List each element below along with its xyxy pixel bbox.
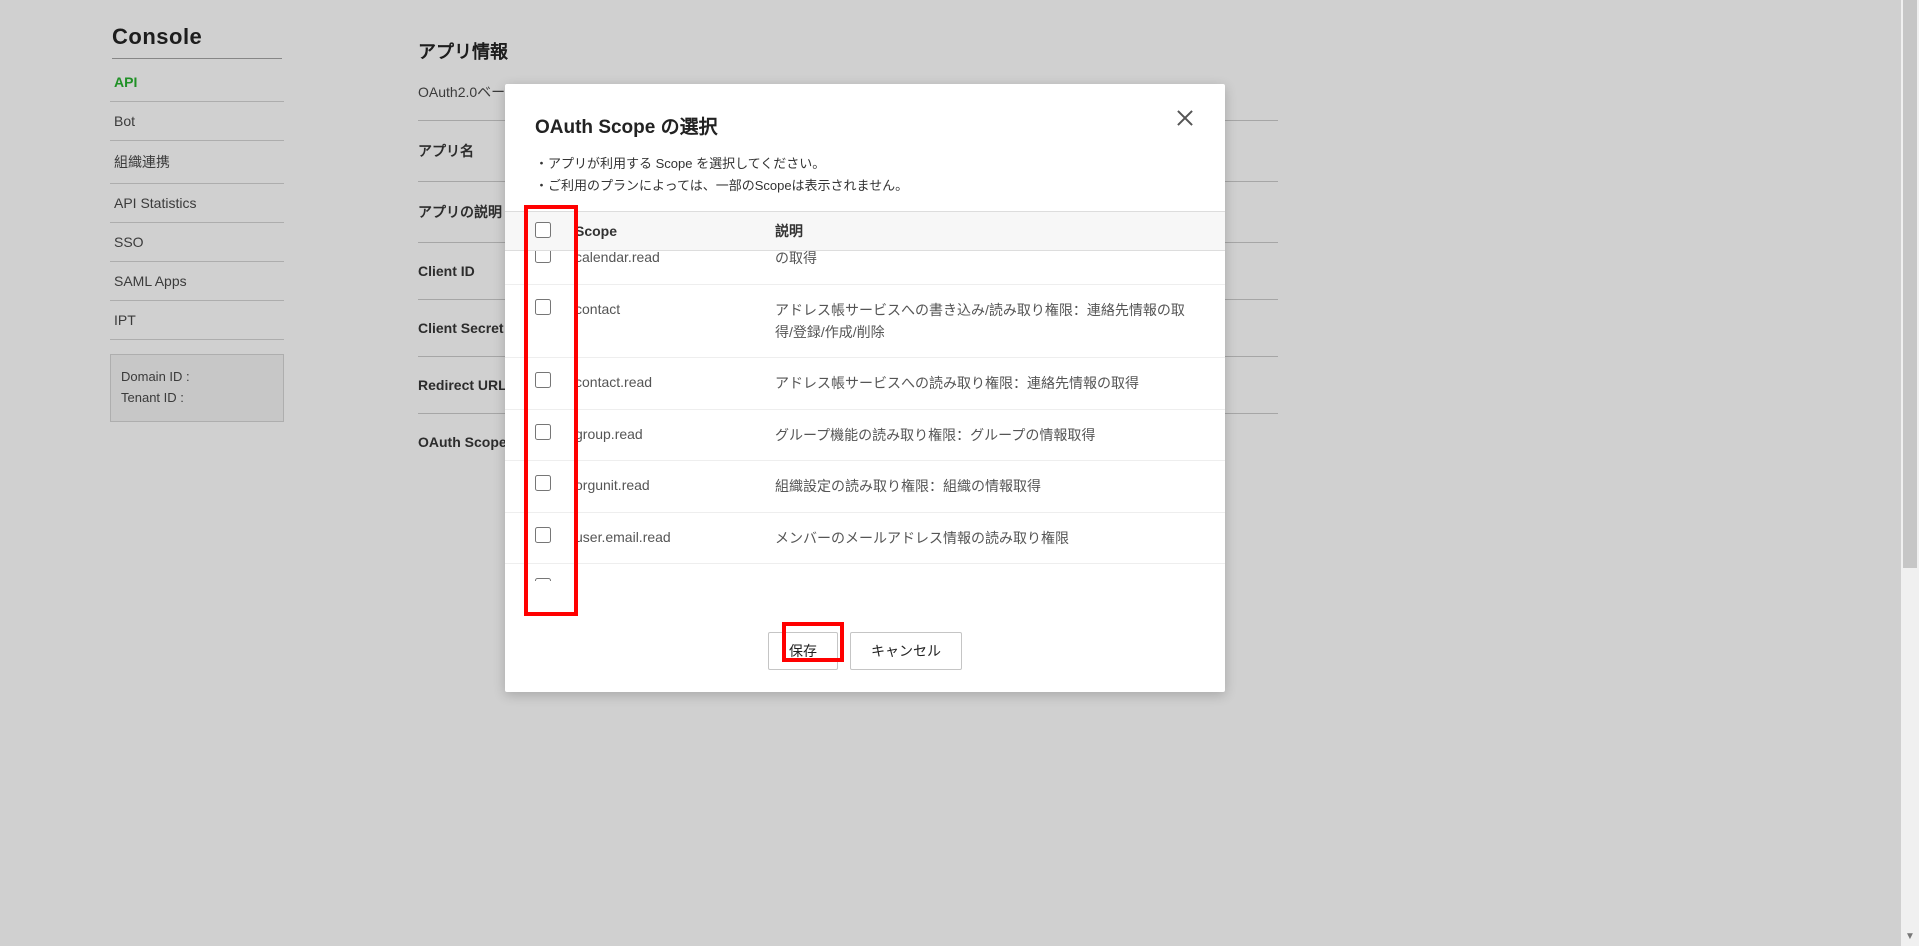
- scope-desc: グループ機能の読み取り権限：グループの情報取得: [775, 424, 1195, 446]
- scope-select-all-checkbox[interactable]: [535, 222, 551, 238]
- scope-name: orgunit.read: [575, 475, 775, 493]
- scope-checkbox[interactable]: [535, 372, 551, 388]
- scope-name: group.read: [575, 424, 775, 442]
- scope-row: orgunit.read組織設定の読み取り権限：組織の情報取得: [505, 461, 1225, 512]
- scope-row: user.email.readメンバーのメールアドレス情報の読み取り権限: [505, 513, 1225, 564]
- save-button[interactable]: 保存: [768, 632, 838, 670]
- scope-checkbox[interactable]: [535, 578, 551, 581]
- scope-name: contact.read: [575, 372, 775, 390]
- scope-desc: メンバーのプロフィール情報（名前、メールアドレス、組織情報など）の読み取り権限: [775, 578, 1195, 581]
- scope-desc: アドレス帳サービスへの書き込み/読み取り権限：連絡先情報の取得/登録/作成/削除: [775, 299, 1195, 344]
- page-scrollbar-down-arrow[interactable]: ▼: [1901, 928, 1919, 946]
- scope-row: calendar.readの取得: [505, 251, 1225, 284]
- scope-row: contactアドレス帳サービスへの書き込み/読み取り権限：連絡先情報の取得/登…: [505, 285, 1225, 359]
- scope-row: user.profile.readメンバーのプロフィール情報（名前、メールアドレ…: [505, 564, 1225, 581]
- scope-desc: の取得: [775, 251, 1195, 269]
- scope-table-header: Scope 説明: [505, 211, 1225, 251]
- scope-name: user.profile.read: [575, 578, 775, 581]
- scope-desc: 組織設定の読み取り権限：組織の情報取得: [775, 475, 1195, 497]
- scope-name: calendar.read: [575, 251, 775, 265]
- page-scrollbar[interactable]: ▼: [1901, 0, 1919, 946]
- modal-note: ・アプリが利用する Scope を選択してください。 ・ご利用のプランによっては…: [505, 149, 1225, 211]
- scope-checkbox[interactable]: [535, 299, 551, 315]
- scope-name: contact: [575, 299, 775, 317]
- scope-checkbox[interactable]: [535, 424, 551, 440]
- modal-title: OAuth Scope の選択: [535, 112, 718, 139]
- modal-note-2: ・ご利用のプランによっては、一部のScopeは表示されません。: [535, 175, 1195, 197]
- scope-checkbox[interactable]: [535, 475, 551, 491]
- modal-note-1: ・アプリが利用する Scope を選択してください。: [535, 153, 1195, 175]
- th-desc: 説明: [775, 221, 1195, 241]
- scope-scroll-area[interactable]: calendar.readの取得contactアドレス帳サービスへの書き込み/読…: [505, 251, 1225, 581]
- scope-desc: アドレス帳サービスへの読み取り権限：連絡先情報の取得: [775, 372, 1195, 394]
- th-scope: Scope: [575, 223, 775, 239]
- scope-checkbox[interactable]: [535, 527, 551, 543]
- scope-row: group.readグループ機能の読み取り権限：グループの情報取得: [505, 410, 1225, 461]
- scope-desc: メンバーのメールアドレス情報の読み取り権限: [775, 527, 1195, 549]
- oauth-scope-modal: OAuth Scope の選択 ・アプリが利用する Scope を選択してくださ…: [505, 84, 1225, 692]
- scope-name: user.email.read: [575, 527, 775, 545]
- cancel-button[interactable]: キャンセル: [850, 632, 962, 670]
- scope-checkbox[interactable]: [535, 251, 551, 263]
- page-scrollbar-thumb[interactable]: [1903, 0, 1917, 568]
- scope-row: contact.readアドレス帳サービスへの読み取り権限：連絡先情報の取得: [505, 358, 1225, 409]
- close-icon[interactable]: [1175, 108, 1195, 128]
